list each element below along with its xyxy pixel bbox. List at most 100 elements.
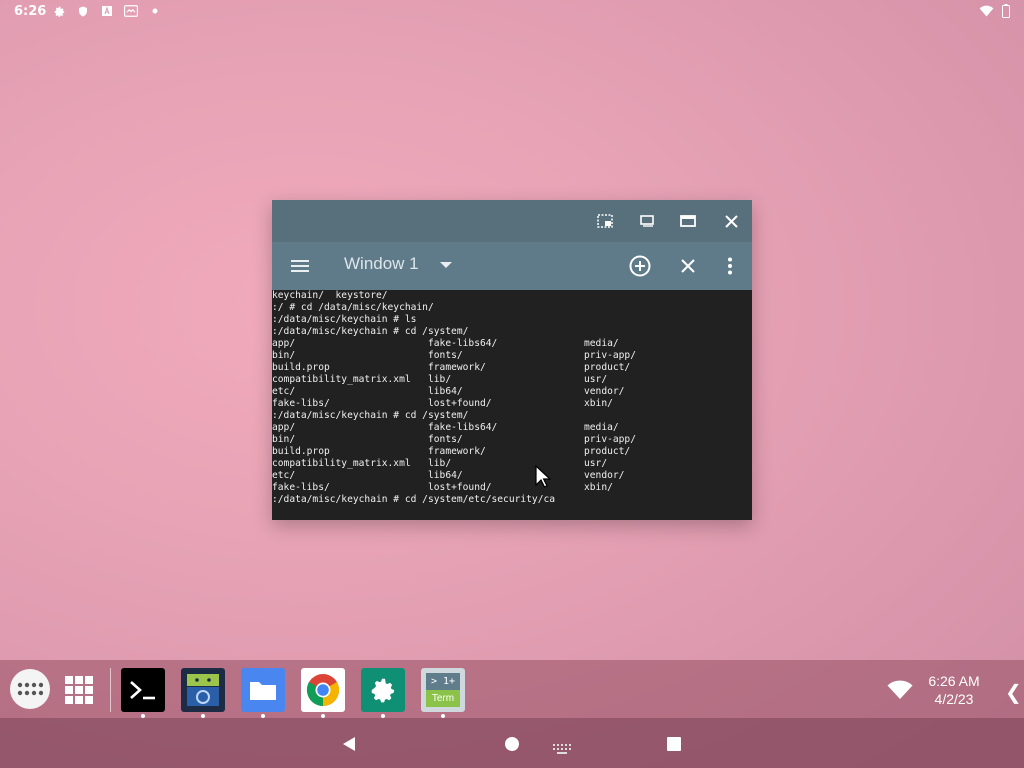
window-caption-bar[interactable] (272, 200, 752, 242)
terminal-cell: fake-libs/ (272, 398, 330, 409)
terminal-line: app/fake-libs64/media/ (272, 338, 752, 350)
terminal-cell: build.prop (272, 362, 330, 373)
terminal-line: :/data/misc/keychain # cd /system/ (272, 326, 752, 338)
terminal-cell: etc/ (272, 386, 296, 397)
terminal-line: bin/fonts/priv-app/ (272, 350, 752, 362)
font-a-icon (100, 4, 114, 18)
window-selector-label[interactable]: Window 1 (344, 254, 419, 274)
shield-icon (76, 4, 90, 18)
chrome-icon (306, 674, 340, 707)
terminal-output[interactable]: keychain/ keystore/:/ # cd /data/misc/ke… (272, 290, 752, 520)
status-right (979, 4, 1010, 22)
terminal-cell: fake-libs64/ (428, 422, 498, 433)
terminal-cell: compatibility_matrix.xml (272, 374, 411, 385)
terminal-cell: :/data/misc/keychain # ls (272, 314, 417, 325)
terminal-cell: app/ (272, 338, 296, 349)
files-app[interactable] (241, 668, 285, 712)
close-icon[interactable] (721, 211, 741, 231)
terminal-cell: :/data/misc/keychain # cd /system/ (272, 410, 469, 421)
terminal-cell: :/data/misc/keychain # cd /system/ (272, 326, 469, 337)
terminal-cell: lost+found/ (428, 398, 492, 409)
terminal-line: app/fake-libs64/media/ (272, 422, 752, 434)
settings-gear-icon (371, 678, 395, 703)
terminal-cell: :/data/misc/keychain # cd /system/etc/se… (272, 494, 556, 505)
term-badge-text: > 1+ (426, 673, 460, 690)
term-app[interactable]: > 1+ Term (421, 668, 465, 712)
terminal-cell: fonts/ (428, 350, 463, 361)
close-window-icon[interactable] (676, 254, 700, 278)
terminal-line: keychain/ keystore/ (272, 290, 752, 302)
maximize-icon[interactable] (678, 211, 698, 231)
chevron-down-icon[interactable] (440, 262, 452, 268)
terminal-line: :/ # cd /data/misc/keychain/ (272, 302, 752, 314)
terminal-line: :/data/misc/keychain # cd /system/ (272, 410, 752, 422)
recents-icon[interactable] (667, 737, 681, 751)
terminal-cell: lib/ (428, 458, 452, 469)
terminal-cell: priv-app/ (584, 350, 636, 361)
status-time: 6:26 (14, 4, 47, 19)
pip-icon[interactable] (595, 211, 615, 231)
terminal-cell: product/ (584, 362, 631, 373)
status-bar: 6:26 (0, 0, 1024, 24)
terminal-cell: media/ (584, 338, 619, 349)
terminal-line: build.prop framework/product/ (272, 446, 752, 458)
settings-app[interactable] (361, 668, 405, 712)
chevron-left-icon[interactable]: ❮ (1005, 680, 1022, 704)
terminal-line: fake-libs/lost+found/xbin/ (272, 482, 752, 494)
terminal-cell: usr/ (584, 458, 608, 469)
terminal-line: :/data/misc/keychain # ls (272, 314, 752, 326)
terminal-toolbar: Window 1 (272, 242, 752, 290)
terminal-line: compatibility_matrix.xml lib/usr/ (272, 374, 752, 386)
terminal-cell: vendor/ (584, 386, 625, 397)
taskbar-divider (110, 668, 111, 712)
terminal-line: fake-libs/lost+found/xbin/ (272, 398, 752, 410)
android-app[interactable] (181, 668, 225, 712)
terminal-cell: media/ (584, 422, 619, 433)
terminal-cell: lib64/ (428, 386, 463, 397)
gear-icon (52, 4, 66, 18)
status-icons (52, 4, 162, 18)
restore-icon[interactable] (637, 211, 657, 231)
terminal-cell: xbin/ (584, 482, 613, 493)
folder-icon (250, 682, 276, 700)
terminal-line: etc/lib64/vendor/ (272, 470, 752, 482)
terminal-prompt-icon (130, 681, 155, 700)
terminal-cell: etc/ (272, 470, 296, 481)
terminal-cell: fonts/ (428, 434, 463, 445)
more-vert-icon[interactable] (718, 254, 742, 278)
terminal-cell: build.prop (272, 446, 330, 457)
terminal-line: compatibility_matrix.xml lib/usr/ (272, 458, 752, 470)
taskbar-clock[interactable]: 6:26 AM 4/2/23 (918, 672, 990, 708)
battery-icon (1002, 4, 1010, 22)
terminal-cell: fake-libs64/ (428, 338, 498, 349)
terminal-cell: product/ (584, 446, 631, 457)
terminal-cell: priv-app/ (584, 434, 636, 445)
terminal-window[interactable]: Window 1 keychain/ keystore/:/ # cd /dat… (272, 200, 752, 520)
terminal-app[interactable] (121, 668, 165, 712)
back-icon[interactable] (342, 736, 356, 756)
overview-grid-icon[interactable] (64, 675, 94, 705)
screenshot-icon (124, 4, 138, 18)
terminal-cell: lib/ (428, 374, 452, 385)
android-robot-icon (187, 674, 219, 706)
app-drawer-button[interactable] (10, 669, 50, 709)
keyboard-icon[interactable] (553, 739, 571, 758)
home-icon[interactable] (505, 737, 519, 751)
clock-date: 4/2/23 (934, 691, 974, 707)
terminal-cell: vendor/ (584, 470, 625, 481)
term-badge-icon: > 1+ Term (426, 673, 460, 707)
chrome-app[interactable] (301, 668, 345, 712)
terminal-cell: lost+found/ (428, 482, 492, 493)
terminal-line: etc/lib64/vendor/ (272, 386, 752, 398)
terminal-cell: compatibility_matrix.xml (272, 458, 411, 469)
terminal-cell: fake-libs/ (272, 482, 330, 493)
terminal-cell: :/ # cd /data/misc/keychain/ (272, 302, 434, 313)
terminal-cell: bin/ (272, 350, 296, 361)
wifi-icon[interactable] (887, 680, 913, 704)
dot-icon (148, 4, 162, 18)
add-circle-icon[interactable] (628, 254, 652, 278)
terminal-cell: bin/ (272, 434, 296, 445)
term-label: Term (426, 690, 460, 707)
terminal-line: :/data/misc/keychain # cd /system/etc/se… (272, 494, 752, 506)
menu-icon[interactable] (290, 256, 310, 276)
